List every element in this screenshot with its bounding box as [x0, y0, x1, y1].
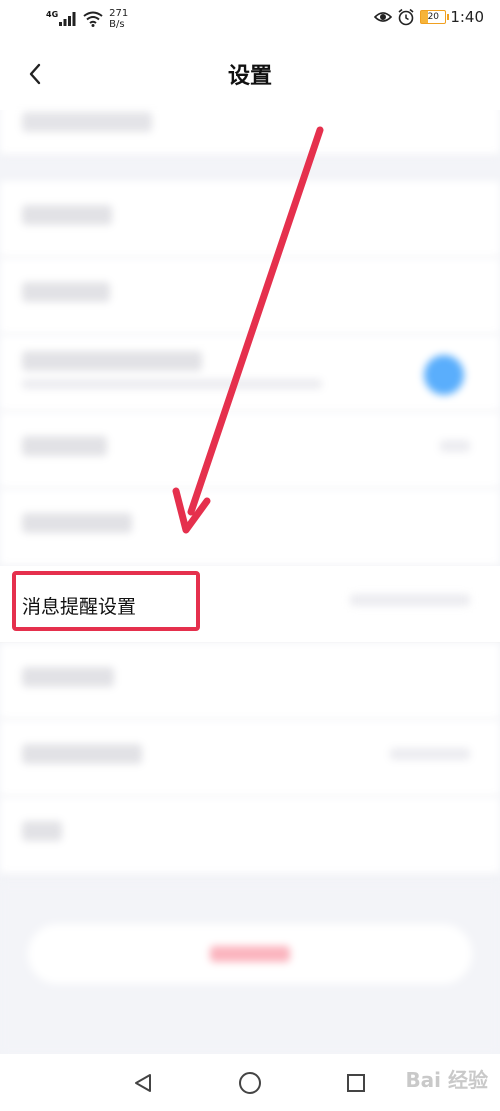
alarm-icon [398, 8, 414, 26]
speed-unit: B/s [109, 19, 125, 30]
blurred-label [22, 351, 202, 371]
blurred-label [22, 667, 114, 687]
battery-indicator: 20 [420, 10, 450, 24]
settings-row-blurred[interactable] [0, 181, 500, 258]
circle-home-icon [239, 1072, 261, 1094]
blurred-label [22, 205, 112, 225]
settings-row-blurred[interactable] [0, 412, 500, 489]
status-bar: 4G 271 B/s 20 1:40 [0, 0, 500, 38]
blurred-label [22, 744, 142, 764]
blurred-label [22, 112, 152, 132]
signal-icon [59, 12, 76, 26]
page-title: 设置 [227, 64, 272, 89]
logout-area [0, 884, 500, 1054]
settings-list: 消息提醒设置 [0, 104, 500, 874]
speed-value: 271 [109, 8, 129, 19]
blurred-label [22, 282, 110, 302]
section-gap [0, 155, 500, 181]
settings-row-blurred[interactable] [0, 797, 500, 874]
logout-button[interactable] [28, 924, 472, 984]
settings-row-blurred[interactable] [0, 643, 500, 720]
nav-recents-button[interactable] [341, 1068, 371, 1098]
triangle-back-icon [135, 1074, 151, 1092]
clock: 1:40 [450, 8, 484, 26]
square-recents-icon [347, 1074, 365, 1092]
network-type: 4G [46, 10, 59, 19]
header: 设置 [0, 38, 500, 110]
blurred-value [350, 594, 470, 606]
toggle-switch[interactable] [424, 355, 464, 395]
blurred-logout-label [210, 946, 290, 962]
blurred-label [22, 821, 62, 841]
settings-row-blurred[interactable] [0, 720, 500, 797]
settings-row-blurred[interactable] [0, 258, 500, 335]
nav-home-button[interactable] [235, 1068, 265, 1098]
settings-row-blurred[interactable] [0, 489, 500, 566]
blurred-value [390, 748, 470, 760]
blurred-sublabel [22, 379, 322, 389]
settings-row-blurred[interactable] [0, 335, 500, 412]
eye-icon [374, 12, 393, 22]
status-right: 20 1:40 [374, 8, 484, 26]
blurred-label [22, 513, 132, 533]
nav-back-button[interactable] [128, 1068, 158, 1098]
network-speed: 271 B/s [109, 8, 128, 30]
blurred-value [440, 440, 470, 452]
watermark: Bai 经验 [405, 1068, 488, 1092]
status-left: 4G 271 B/s [46, 8, 128, 30]
blurred-label [22, 436, 107, 456]
nav-bar: Bai 经验 [0, 1054, 500, 1111]
settings-row-blurred[interactable] [0, 104, 500, 155]
highlight-box [12, 571, 200, 631]
wifi-icon [83, 11, 103, 27]
